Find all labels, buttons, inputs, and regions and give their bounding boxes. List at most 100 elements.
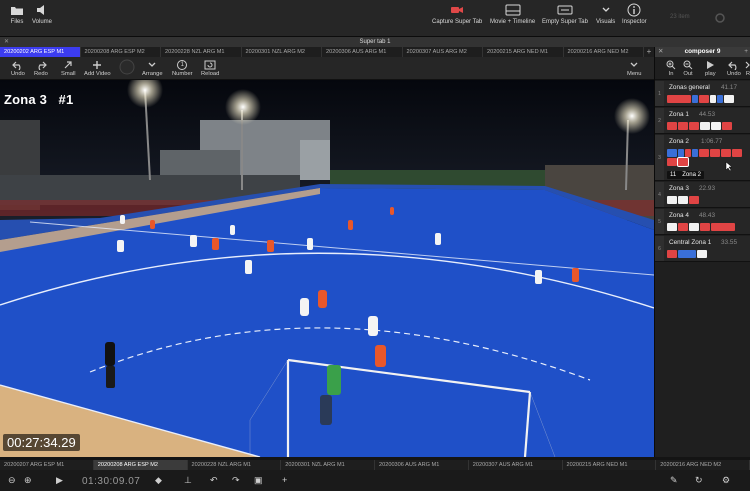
clip-chip-selected[interactable] — [677, 157, 689, 167]
settings-icon[interactable] — [714, 12, 726, 24]
composer-row-zona-1[interactable]: 2 Zona 1 44.53 — [655, 108, 750, 134]
add-video-button[interactable]: Add Video — [84, 59, 111, 77]
match-tab[interactable]: 20200228 NZL ARG M1 — [161, 47, 242, 57]
undo-button[interactable]: Undo — [11, 59, 25, 77]
redo-icon[interactable]: ↷ — [232, 475, 240, 486]
clip-chip[interactable] — [685, 149, 691, 157]
composer-row-zona-2[interactable]: 3 Zona 2 1:06.77 11 Zona 2 — [655, 135, 750, 181]
bottom-match-tab[interactable]: 20200301 NZL ARG M1 — [281, 460, 375, 470]
bottom-match-tab[interactable]: 20200228 NZL ARG M1 — [188, 460, 282, 470]
bottom-match-tab[interactable]: 20200216 ARG NED M2 — [656, 460, 750, 470]
bottom-match-tab[interactable]: 20200208 ARG ESP M2 — [93, 460, 188, 470]
clip-chip[interactable] — [678, 196, 688, 204]
clip-chip[interactable] — [678, 122, 688, 130]
menu-button[interactable]: Menu — [627, 59, 642, 77]
arrange-button[interactable]: Arrange — [142, 59, 163, 77]
clip-chip[interactable] — [699, 149, 709, 157]
close-icon[interactable]: ✕ — [4, 37, 9, 47]
clip-chip[interactable] — [711, 223, 735, 231]
clip-chip[interactable] — [722, 122, 732, 130]
bottom-match-tab[interactable]: 20200306 AUS ARG M1 — [375, 460, 469, 470]
reload-button[interactable]: Reload — [201, 59, 219, 77]
capture-super-tab-button[interactable]: Capture Super Tab — [432, 3, 482, 25]
clip-chip[interactable] — [667, 149, 677, 157]
clip-chip[interactable] — [678, 223, 688, 231]
camera-icon[interactable]: ▣ — [254, 475, 263, 486]
match-tab[interactable]: 20200208 ARG ESP M2 — [81, 47, 161, 57]
clip-chip[interactable] — [692, 95, 698, 103]
volume-button[interactable]: Volume — [32, 3, 52, 25]
match-tab[interactable]: 20200306 AUS ARG M1 — [322, 47, 403, 57]
small-button[interactable]: Small — [61, 59, 76, 77]
loop-icon[interactable]: ↻ — [695, 475, 703, 486]
files-button[interactable]: Files — [10, 3, 24, 25]
gear-icon[interactable]: ⚙ — [722, 475, 730, 486]
super-tab-bar[interactable]: ✕ Super tab 1 — [0, 37, 750, 47]
bottom-match-tab[interactable]: 20200215 ARG NED M1 — [563, 460, 657, 470]
split-icon[interactable]: ⊥ — [184, 475, 192, 486]
redo-label: Redo — [34, 71, 48, 77]
plus-icon[interactable]: + — [744, 47, 748, 57]
clip-chip[interactable] — [667, 122, 677, 130]
clip-chip[interactable] — [711, 122, 721, 130]
close-icon[interactable]: ✕ — [658, 47, 663, 57]
undo-icon — [728, 59, 740, 70]
zoom-in-button[interactable]: In — [666, 59, 676, 77]
undo-icon[interactable]: ↶ — [210, 475, 218, 486]
composer-row-zona-4[interactable]: 5 Zona 4 48.43 — [655, 209, 750, 235]
clip-chip[interactable] — [717, 95, 723, 103]
zoom-out-icon[interactable]: ⊖ — [8, 475, 16, 486]
clip-chip[interactable] — [667, 196, 677, 204]
redo-button[interactable]: Redo — [34, 59, 48, 77]
plus-icon[interactable]: + — [282, 475, 287, 485]
clip-chip[interactable] — [692, 149, 698, 157]
clip-chip[interactable] — [724, 95, 734, 103]
visuals-button[interactable]: Visuals — [596, 3, 615, 25]
movie-timeline-button[interactable]: Movie + Timeline — [490, 3, 535, 25]
composer-row-zonas-general[interactable]: 1 Zonas general 41.17 — [655, 81, 750, 107]
clip-chip[interactable] — [689, 196, 699, 204]
bottom-match-tab[interactable]: 20200307 AUS ARG M1 — [469, 460, 563, 470]
composer-undo-button[interactable]: Undo — [727, 59, 741, 77]
clip-chip[interactable] — [689, 122, 699, 130]
inspector-button[interactable]: Inspector — [622, 3, 647, 25]
row-number: 2 — [655, 108, 664, 133]
play-button[interactable]: play — [705, 59, 716, 77]
clip-chip[interactable] — [678, 250, 696, 258]
number-button[interactable]: 1 Number — [172, 59, 193, 77]
clip-chip[interactable] — [667, 158, 677, 166]
edit-icon[interactable]: ✎ — [670, 475, 678, 486]
add-tab-button[interactable]: + — [644, 47, 654, 57]
zoom-in-icon[interactable]: ⊕ — [24, 475, 32, 486]
clip-chip[interactable] — [700, 223, 710, 231]
composer-redo-button[interactable]: R — [745, 59, 750, 77]
row-time: 48.43 — [699, 212, 715, 219]
clip-chip[interactable] — [721, 149, 731, 157]
clip-chip[interactable] — [667, 223, 677, 231]
clip-chip[interactable] — [710, 149, 720, 157]
video-player[interactable] — [0, 80, 654, 457]
marker-icon[interactable]: ◆ — [155, 475, 162, 486]
clip-chip[interactable] — [700, 122, 710, 130]
clip-chip[interactable] — [710, 95, 716, 103]
record-toggle[interactable] — [119, 59, 135, 74]
clip-chip[interactable] — [667, 250, 677, 258]
empty-super-tab-button[interactable]: Empty Super Tab — [542, 3, 588, 25]
clip-chip[interactable] — [699, 95, 709, 103]
composer-row-zona-3[interactable]: 4 Zona 3 22.93 — [655, 182, 750, 208]
play-icon[interactable]: ▶ — [56, 475, 63, 486]
match-tab[interactable]: 20200301 NZL ARG M2 — [242, 47, 322, 57]
match-tab[interactable]: 20200216 ARG NED M2 — [564, 47, 644, 57]
bottom-match-tab[interactable]: 20200207 ARG ESP M1 — [0, 460, 94, 470]
clip-chip[interactable] — [667, 95, 691, 103]
composer-row-central-zona-1[interactable]: 6 Central Zona 1 33.55 — [655, 236, 750, 262]
match-tab[interactable]: 20200307 AUS ARG M2 — [403, 47, 483, 57]
clip-number: #1 — [58, 92, 74, 107]
clip-chip[interactable] — [732, 149, 742, 157]
match-tab[interactable]: 20200215 ARG NED M1 — [483, 47, 564, 57]
match-tab[interactable]: 20200202 ARG ESP M1 — [0, 47, 81, 57]
zoom-out-button[interactable]: Out — [683, 59, 693, 77]
clip-chip[interactable] — [678, 149, 684, 157]
clip-chip[interactable] — [689, 223, 699, 231]
clip-chip[interactable] — [697, 250, 707, 258]
